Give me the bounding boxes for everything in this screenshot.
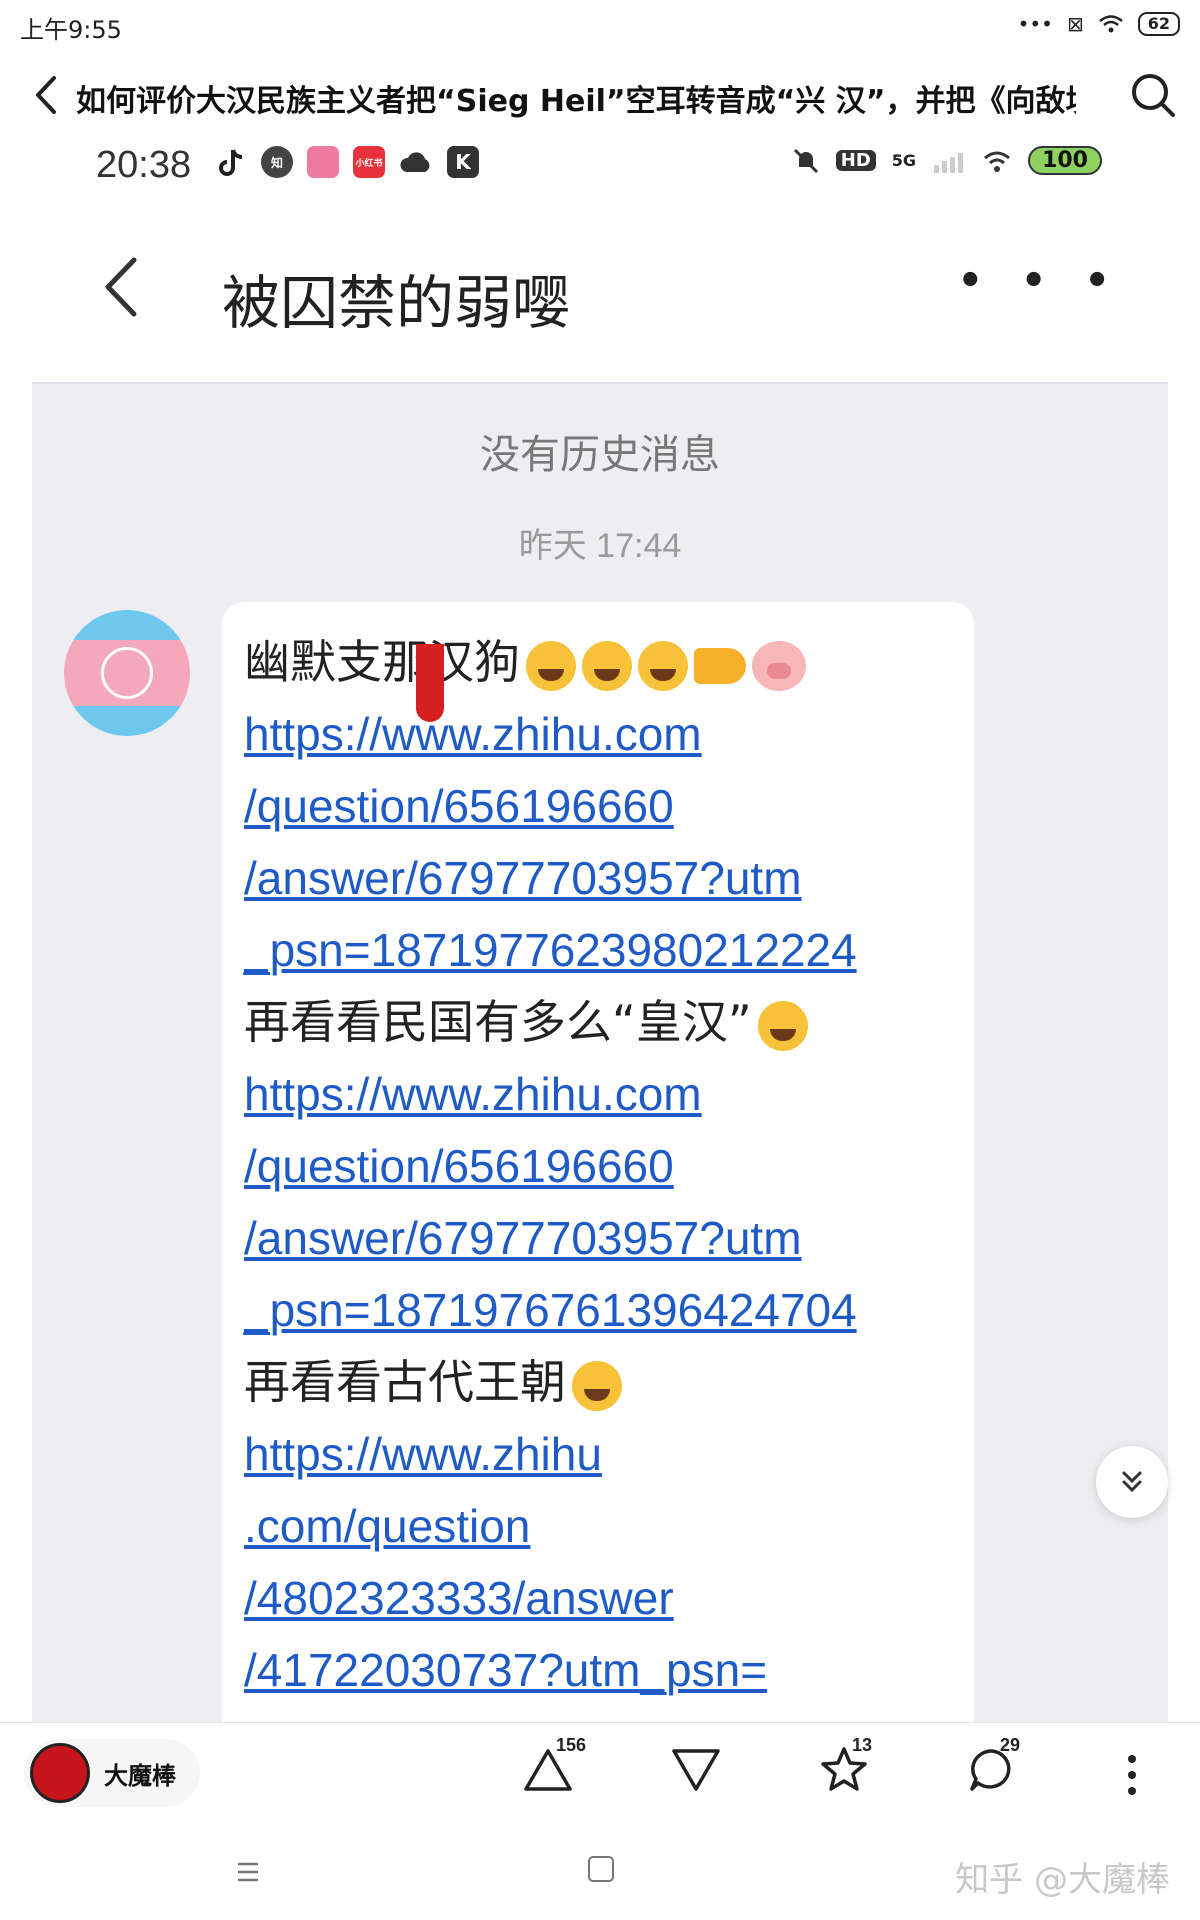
inner-status-time: 20:38 bbox=[96, 144, 192, 186]
signal-bars-icon bbox=[934, 152, 964, 173]
more-dots-icon: ••• bbox=[1017, 12, 1053, 36]
bilibili-icon bbox=[307, 146, 339, 178]
chat-title: 被囚禁的弱嘤 bbox=[222, 269, 571, 337]
upvote-button[interactable]: 156 bbox=[520, 1735, 590, 1811]
more-options-icon[interactable] bbox=[1126, 1753, 1138, 1797]
laughing-emoji-icon bbox=[572, 1360, 622, 1411]
author-chip[interactable]: 大魔棒 bbox=[24, 1739, 200, 1807]
pointing-hand-icon bbox=[694, 647, 746, 684]
message-link[interactable]: https://www.zhihu.com bbox=[244, 698, 952, 770]
battery-indicator: 100 bbox=[1028, 146, 1102, 175]
message-link[interactable]: /4802323333/answer bbox=[244, 1562, 952, 1634]
favorite-count: 13 bbox=[852, 1735, 873, 1755]
author-name: 大魔棒 bbox=[104, 1761, 176, 1790]
inner-status-right: HD 5G 100 bbox=[792, 146, 1102, 175]
message-link[interactable]: /question/656196660 bbox=[244, 1130, 952, 1202]
wifi-icon bbox=[984, 151, 1011, 172]
comment-button[interactable]: 29 bbox=[964, 1735, 1034, 1811]
chat-header: 被囚禁的弱嘤 • • • bbox=[0, 222, 1200, 352]
mute-bell-icon bbox=[793, 148, 818, 173]
back-arrow-icon[interactable] bbox=[26, 70, 66, 120]
message-text-line: 幽默支那汉狗 bbox=[244, 626, 952, 698]
zhihu-icon: 知 bbox=[261, 146, 293, 178]
downvote-button[interactable] bbox=[668, 1741, 738, 1811]
question-title[interactable]: 如何评价大汉民族主义者把“Sieg Heil”空耳转音成“兴 汉”，并把《向敌境… bbox=[76, 76, 1076, 120]
zhihu-header: 如何评价大汉民族主义者把“Sieg Heil”空耳转音成“兴 汉”，并把《向敌境… bbox=[0, 58, 1200, 132]
signal-indicator: 5G bbox=[891, 151, 917, 170]
message-link[interactable]: .com/question bbox=[244, 1490, 952, 1562]
pig-face-icon bbox=[752, 640, 806, 691]
douyin-icon bbox=[219, 149, 243, 176]
message-link[interactable]: /question/656196660 bbox=[244, 770, 952, 842]
message-text-line: 再看看民国有多么“皇汉” bbox=[244, 986, 952, 1058]
search-icon[interactable] bbox=[1126, 68, 1180, 122]
scroll-down-button[interactable] bbox=[1096, 1446, 1168, 1518]
laughing-emoji-icon bbox=[757, 1000, 808, 1051]
cloud-icon bbox=[400, 152, 430, 172]
laughing-emoji-icon bbox=[638, 640, 688, 691]
hd-badge: HD bbox=[835, 150, 876, 171]
app-notification-icons: 知 小红书 K bbox=[215, 146, 479, 178]
inner-status-bar: 20:38 知 小红书 K HD 5G 100 bbox=[0, 132, 1200, 200]
author-avatar bbox=[30, 1743, 90, 1803]
double-chevron-down-icon bbox=[1122, 1471, 1142, 1493]
message-text-line: 再看看古代王朝 bbox=[244, 1346, 952, 1418]
downvote-triangle-icon bbox=[672, 1749, 720, 1791]
laughing-emoji-icon bbox=[526, 640, 576, 691]
favorite-button[interactable]: 13 bbox=[816, 1735, 886, 1811]
laughing-emoji-icon bbox=[582, 640, 632, 691]
message-link[interactable]: /answer/67977703957?utm bbox=[244, 1202, 952, 1274]
chat-back-icon[interactable] bbox=[96, 252, 146, 322]
answer-action-bar: 大魔棒 156 13 29 bbox=[0, 1722, 1200, 1826]
no-history-label: 没有历史消息 bbox=[480, 432, 720, 478]
red-marker-annotation bbox=[416, 644, 444, 722]
message-link[interactable]: /41722030737?utm_psn= bbox=[244, 1634, 952, 1706]
outer-status-icons: ••• ⊠ 62 bbox=[1018, 12, 1180, 36]
outer-status-bar: 上午9:55 ••• ⊠ 62 bbox=[0, 0, 1200, 50]
comment-count: 29 bbox=[1000, 1735, 1021, 1755]
menu-icon[interactable] bbox=[232, 1856, 264, 1888]
message-link[interactable]: /answer/67977703957?utm bbox=[244, 842, 952, 914]
message-link[interactable]: 18452536090874136952 bbox=[244, 1706, 952, 1722]
sim-icon: ⊠ bbox=[1066, 12, 1084, 36]
upvote-count: 156 bbox=[556, 1735, 587, 1755]
embedded-screenshot: 20:38 知 小红书 K HD 5G 100 被囚禁的弱嘤 • • • 没有历… bbox=[0, 132, 1200, 1722]
chat-body: 没有历史消息 昨天 17:44 幽默支那汉狗 https://www.zhihu… bbox=[32, 382, 1168, 1722]
sender-avatar[interactable] bbox=[64, 610, 190, 736]
watermark: 知乎 @大魔棒 bbox=[955, 1860, 1170, 1900]
chat-more-button[interactable]: • • • bbox=[957, 258, 1122, 304]
message-timestamp: 昨天 17:44 bbox=[518, 527, 682, 565]
message-link[interactable]: _psn=1871977623980212224 bbox=[244, 914, 952, 986]
message-link[interactable]: _psn=1871976761396424704 bbox=[244, 1274, 952, 1346]
message-bubble: 幽默支那汉狗 https://www.zhihu.com /question/6… bbox=[222, 602, 974, 1722]
message-link[interactable]: https://www.zhihu bbox=[244, 1418, 952, 1490]
wifi-icon bbox=[1098, 15, 1123, 33]
home-button-icon[interactable] bbox=[588, 1856, 614, 1882]
kuaishou-icon: K bbox=[447, 146, 479, 178]
xiaohongshu-icon: 小红书 bbox=[353, 146, 385, 178]
outer-battery-indicator: 62 bbox=[1137, 12, 1180, 36]
outer-status-time: 上午9:55 bbox=[20, 16, 122, 44]
message-link[interactable]: https://www.zhihu.com bbox=[244, 1058, 952, 1130]
system-nav-bar: 知乎 @大魔棒 bbox=[0, 1826, 1200, 1920]
